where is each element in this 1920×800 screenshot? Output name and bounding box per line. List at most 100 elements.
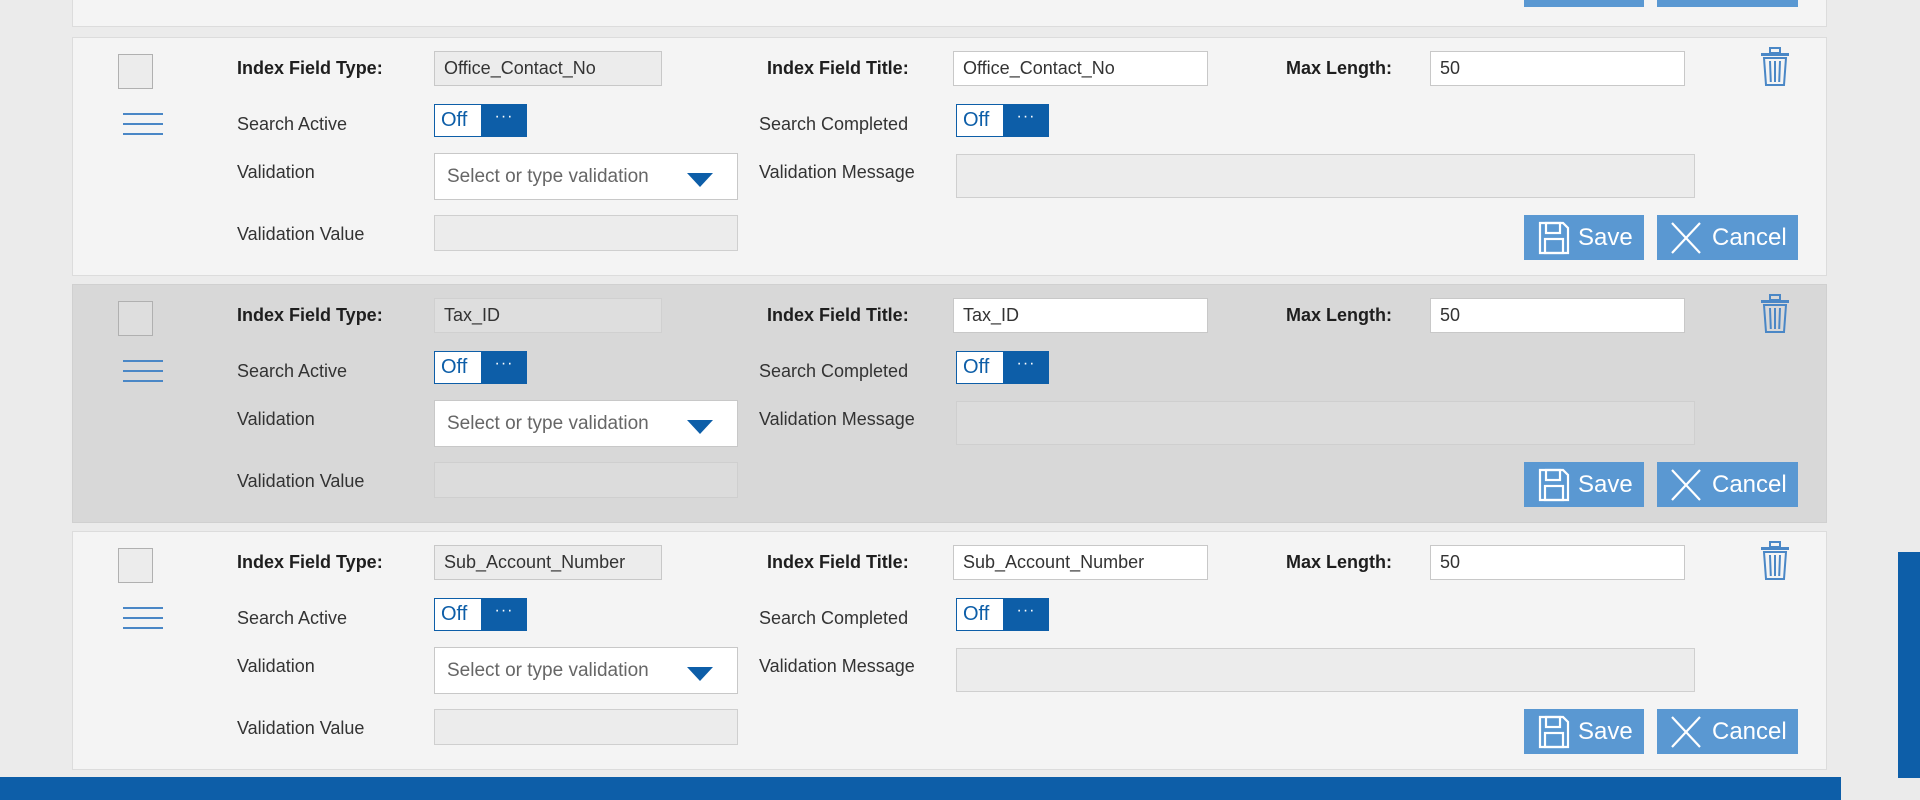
validation-message-label: Validation Message xyxy=(759,656,915,676)
toggle-state: Off xyxy=(963,109,990,131)
drag-handle-icon[interactable] xyxy=(123,358,163,384)
close-icon xyxy=(1671,221,1701,254)
cancel-button[interactable]: Cancel xyxy=(1657,462,1798,507)
index-field-title-label: Index Field Title: xyxy=(767,305,909,325)
search-completed-toggle[interactable]: Off ··· xyxy=(956,598,1049,631)
save-button[interactable]: Save xyxy=(1524,462,1644,507)
search-active-label: Search Active xyxy=(237,114,348,134)
drag-handle-icon[interactable] xyxy=(123,605,163,631)
max-length-label: Max Length: xyxy=(1286,552,1392,572)
cancel-button[interactable]: Cancel xyxy=(1657,215,1798,260)
trash-icon[interactable] xyxy=(1760,541,1790,581)
trash-icon[interactable] xyxy=(1760,294,1790,334)
previous-card-partial xyxy=(72,0,1827,27)
index-field-title-input[interactable]: Sub_Account_Number xyxy=(953,545,1208,580)
toggle-knob: ··· xyxy=(481,598,527,630)
index-field-card: Index Field Type: Sub_Account_Number Ind… xyxy=(72,531,1827,770)
validation-placeholder: Select or type validation xyxy=(447,166,649,187)
index-field-title-label: Index Field Title: xyxy=(767,552,909,572)
index-field-type-label: Index Field Type: xyxy=(237,58,383,78)
index-field-type-value: Office_Contact_No xyxy=(434,51,662,86)
scrollbar-thumb[interactable] xyxy=(1898,552,1920,778)
max-length-input[interactable]: 50 xyxy=(1430,51,1685,86)
search-active-toggle[interactable]: Off ··· xyxy=(434,104,527,137)
row-select-checkbox[interactable] xyxy=(118,301,153,336)
search-active-label: Search Active xyxy=(237,608,348,628)
validation-value-label: Validation Value xyxy=(237,718,365,738)
toggle-state: Off xyxy=(441,603,468,625)
save-label: Save xyxy=(1578,470,1633,498)
index-field-type-value: Tax_ID xyxy=(434,298,662,333)
validation-value-input[interactable] xyxy=(434,215,738,251)
toggle-knob: ··· xyxy=(1003,104,1049,136)
toggle-knob: ··· xyxy=(1003,351,1049,383)
toggle-knob: ··· xyxy=(1003,598,1049,630)
footer-bar xyxy=(0,777,1841,800)
caret-down-icon xyxy=(687,173,713,187)
save-label: Save xyxy=(1578,223,1633,251)
validation-message-label: Validation Message xyxy=(759,162,915,182)
index-field-type-label: Index Field Type: xyxy=(237,305,383,325)
validation-label: Validation xyxy=(237,162,315,182)
validation-value-input[interactable] xyxy=(434,462,738,498)
index-field-card: Index Field Type: Office_Contact_No Inde… xyxy=(72,37,1827,276)
trash-icon[interactable] xyxy=(1760,47,1790,87)
cancel-label: Cancel xyxy=(1712,223,1787,251)
validation-select[interactable]: Select or type validation xyxy=(434,400,738,447)
validation-label: Validation xyxy=(237,409,315,429)
validation-message-input[interactable] xyxy=(956,401,1695,445)
drag-handle-icon[interactable] xyxy=(123,111,163,137)
search-active-toggle[interactable]: Off ··· xyxy=(434,351,527,384)
toggle-state: Off xyxy=(441,109,468,131)
validation-value-label: Validation Value xyxy=(237,471,365,491)
validation-label: Validation xyxy=(237,656,315,676)
validation-select[interactable]: Select or type validation xyxy=(434,153,738,200)
validation-message-input[interactable] xyxy=(956,648,1695,692)
cancel-label: Cancel xyxy=(1712,717,1787,745)
validation-placeholder: Select or type validation xyxy=(447,413,649,434)
index-field-title-input[interactable]: Tax_ID xyxy=(953,298,1208,333)
close-icon xyxy=(1671,468,1701,501)
search-active-toggle[interactable]: Off ··· xyxy=(434,598,527,631)
validation-message-input[interactable] xyxy=(956,154,1695,198)
max-length-input[interactable]: 50 xyxy=(1430,298,1685,333)
row-select-checkbox[interactable] xyxy=(118,548,153,583)
validation-message-label: Validation Message xyxy=(759,409,915,429)
save-icon xyxy=(1538,221,1570,254)
caret-down-icon xyxy=(687,667,713,681)
index-field-type-label: Index Field Type: xyxy=(237,552,383,572)
previous-cancel-button[interactable] xyxy=(1657,0,1798,7)
toggle-knob: ··· xyxy=(481,104,527,136)
close-icon xyxy=(1671,715,1701,748)
search-completed-label: Search Completed xyxy=(759,608,909,628)
index-field-title-label: Index Field Title: xyxy=(767,58,909,78)
index-field-title-input[interactable]: Office_Contact_No xyxy=(953,51,1208,86)
max-length-label: Max Length: xyxy=(1286,58,1392,78)
max-length-label: Max Length: xyxy=(1286,305,1392,325)
index-field-card: Index Field Type: Tax_ID Index Field Tit… xyxy=(72,284,1827,523)
save-icon xyxy=(1538,468,1570,501)
cancel-label: Cancel xyxy=(1712,470,1787,498)
validation-value-input[interactable] xyxy=(434,709,738,745)
caret-down-icon xyxy=(687,420,713,434)
validation-value-label: Validation Value xyxy=(237,224,365,244)
validation-placeholder: Select or type validation xyxy=(447,660,649,681)
row-select-checkbox[interactable] xyxy=(118,54,153,89)
save-button[interactable]: Save xyxy=(1524,215,1644,260)
toggle-knob: ··· xyxy=(481,351,527,383)
search-completed-label: Search Completed xyxy=(759,361,909,381)
max-length-input[interactable]: 50 xyxy=(1430,545,1685,580)
save-label: Save xyxy=(1578,717,1633,745)
toggle-state: Off xyxy=(963,356,990,378)
validation-select[interactable]: Select or type validation xyxy=(434,647,738,694)
search-active-label: Search Active xyxy=(237,361,348,381)
search-completed-label: Search Completed xyxy=(759,114,909,134)
search-completed-toggle[interactable]: Off ··· xyxy=(956,104,1049,137)
toggle-state: Off xyxy=(963,603,990,625)
previous-save-button[interactable] xyxy=(1524,0,1644,7)
save-button[interactable]: Save xyxy=(1524,709,1644,754)
toggle-state: Off xyxy=(441,356,468,378)
search-completed-toggle[interactable]: Off ··· xyxy=(956,351,1049,384)
cancel-button[interactable]: Cancel xyxy=(1657,709,1798,754)
index-field-type-value: Sub_Account_Number xyxy=(434,545,662,580)
